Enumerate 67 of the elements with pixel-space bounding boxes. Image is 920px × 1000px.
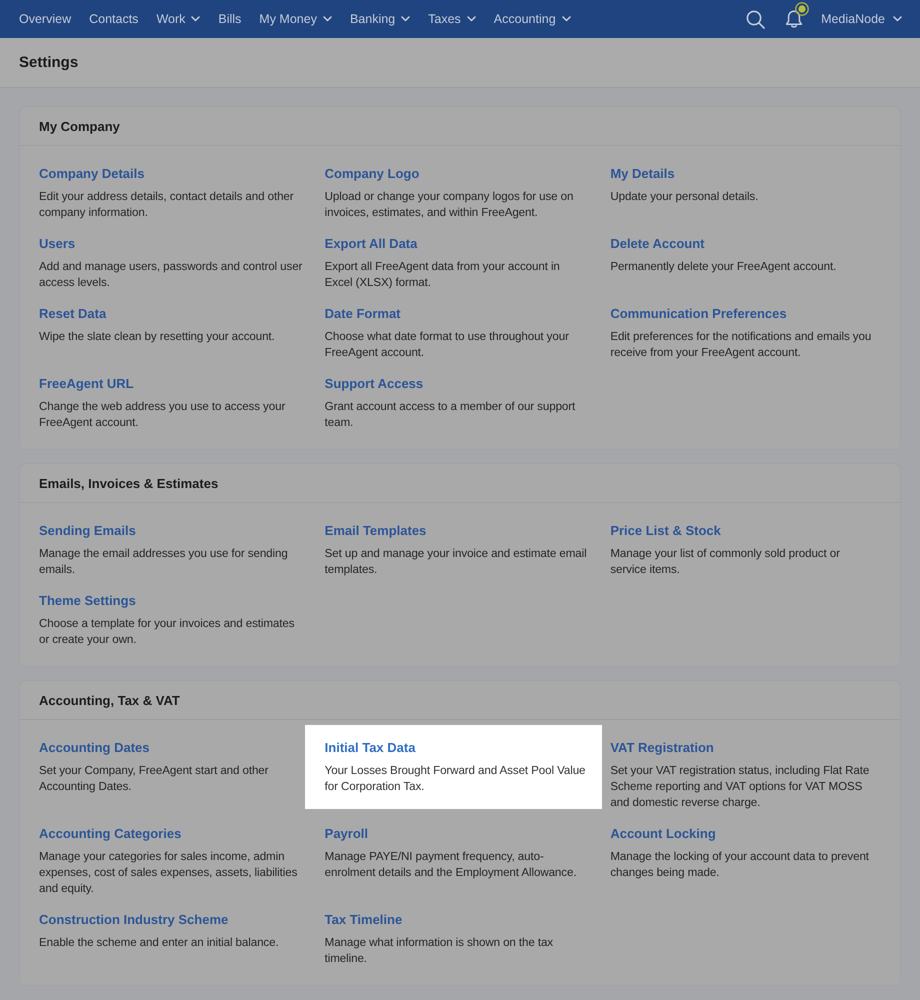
setting-link[interactable]: Payroll bbox=[324, 826, 368, 842]
setting-link[interactable]: Date Format bbox=[324, 306, 401, 322]
chevron-down-icon bbox=[893, 16, 902, 22]
setting-link[interactable]: Export All Data bbox=[324, 236, 418, 252]
nav-menu-item[interactable]: My Money bbox=[259, 12, 332, 26]
setting-link[interactable]: Initial Tax Data bbox=[324, 740, 416, 756]
setting-link[interactable]: My Details bbox=[610, 166, 675, 182]
search-icon[interactable] bbox=[746, 10, 766, 28]
setting-description: Choose a template for your invoices and estimates or create your own. bbox=[39, 616, 296, 648]
nav-menu-item[interactable]: Accounting bbox=[494, 12, 571, 26]
setting-description: Permanently delete your FreeAgent account. bbox=[610, 259, 838, 275]
setting-description: Grant account access to a member of our support team. bbox=[324, 399, 576, 431]
setting-link[interactable]: Email Templates bbox=[324, 523, 426, 539]
chevron-down-icon bbox=[401, 16, 410, 22]
bell-icon[interactable] bbox=[785, 9, 804, 29]
setting-link[interactable]: Support Access bbox=[324, 376, 424, 392]
setting-link[interactable]: Reset Data bbox=[39, 306, 106, 322]
setting-description: Edit preferences for the notifications and emails you receive from your FreeAgent account. bbox=[610, 329, 872, 361]
setting-description: Edit your address details, contact details and other company information. bbox=[39, 189, 295, 221]
nav-menu-item[interactable]: Banking bbox=[350, 12, 410, 26]
setting-description: Manage your categories for sales income, admin expenses, cost of sales expenses, assets, liabilities and equity. bbox=[39, 849, 298, 897]
setting-link[interactable]: Tax Timeline bbox=[324, 912, 402, 928]
setting-link[interactable]: Accounting Dates bbox=[39, 740, 150, 756]
setting-description: Choose what date format to use throughout your FreeAgent account. bbox=[324, 329, 570, 361]
setting-description: Export all FreeAgent data from your account in Excel (XLSX) format. bbox=[324, 259, 561, 291]
setting-description: Wipe the slate clean by resetting your account. bbox=[39, 329, 276, 345]
setting-link[interactable]: Sending Emails bbox=[39, 523, 136, 539]
setting-description: Enable the scheme and enter an initial balance. bbox=[39, 935, 280, 951]
setting-description: Upload or change your company logos for use on invoices, estimates, and within FreeAgent. bbox=[324, 189, 574, 221]
page-title: Settings bbox=[19, 54, 78, 71]
setting-link[interactable]: Delete Account bbox=[610, 236, 704, 252]
setting-link[interactable]: VAT Registration bbox=[610, 740, 714, 756]
section-title: My Company bbox=[39, 118, 120, 134]
setting-link[interactable]: Accounting Categories bbox=[39, 826, 182, 842]
setting-link[interactable]: Construction Industry Scheme bbox=[39, 912, 228, 928]
setting-description: Your Losses Brought Forward and Asset Pool Value for Corporation Tax. bbox=[324, 763, 586, 795]
chevron-down-icon bbox=[562, 16, 571, 22]
section-title: Accounting, Tax & VAT bbox=[39, 692, 180, 708]
setting-description: Change the web address you use to access your FreeAgent account. bbox=[39, 399, 286, 431]
chevron-down-icon bbox=[191, 16, 200, 22]
setting-link[interactable]: Communication Preferences bbox=[610, 306, 787, 322]
chevron-down-icon bbox=[322, 16, 332, 22]
chevron-down-icon bbox=[466, 16, 476, 22]
setting-description: Set up and manage your invoice and estimate email templates. bbox=[324, 546, 588, 578]
nav-menu-item[interactable]: Bills bbox=[218, 12, 242, 26]
setting-description: Update your personal details. bbox=[610, 189, 760, 205]
setting-link[interactable]: FreeAgent URL bbox=[39, 376, 134, 392]
setting-link[interactable]: Theme Settings bbox=[39, 593, 136, 609]
setting-description: Manage the email addresses you use for sending emails. bbox=[39, 546, 289, 578]
nav-menu-item[interactable]: Taxes bbox=[428, 12, 476, 26]
setting-description: Add and manage users, passwords and control user access levels. bbox=[39, 259, 304, 291]
setting-link[interactable]: Price List & Stock bbox=[610, 523, 721, 539]
setting-link[interactable]: Company Logo bbox=[324, 166, 420, 182]
setting-description: Manage your list of commonly sold product or service items. bbox=[610, 546, 841, 578]
setting-link[interactable]: Company Details bbox=[39, 166, 144, 182]
setting-description: Manage the locking of your account data to prevent changes being made. bbox=[610, 849, 870, 881]
setting-description: Manage PAYE/NI payment frequency, auto-enrolment details and the Employment Allowance. bbox=[324, 849, 578, 881]
section-title: Emails, Invoices & Estimates bbox=[39, 476, 218, 490]
setting-link[interactable]: Users bbox=[39, 236, 76, 252]
setting-link[interactable]: Account Locking bbox=[610, 826, 716, 842]
nav-menu-item[interactable]: Contacts bbox=[89, 12, 138, 26]
nav-menu-item[interactable]: Overview bbox=[19, 12, 72, 26]
account-menu[interactable]: MediaNode bbox=[821, 12, 902, 26]
nav-menu-item[interactable]: Work bbox=[156, 12, 200, 26]
setting-description: Manage what information is shown on the tax timeline. bbox=[324, 935, 554, 967]
setting-description: Set your Company, FreeAgent start and other Accounting Dates. bbox=[39, 763, 270, 795]
setting-description: Set your VAT registration status, including Flat Rate Scheme reporting and VAT options for VAT MOSS and domestic reverse charge. bbox=[610, 763, 870, 811]
